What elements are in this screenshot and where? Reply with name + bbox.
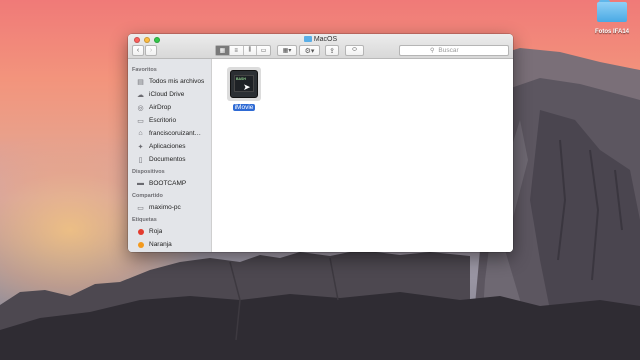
search-field[interactable]: ⚲ Buscar: [399, 45, 509, 56]
edit-tags-button[interactable]: ⬭: [345, 45, 364, 56]
sidebar-item-all-files[interactable]: ▤ Todos mis archivos: [128, 75, 211, 88]
all-files-icon: ▤: [137, 78, 144, 86]
title-bar: MacOS ‹ › ▦ ≡ ⫼ ▭ ▦▾ ⚙▾ ⇪ ⬭ ⚲ Buscar: [128, 34, 513, 59]
coverflow-view-button[interactable]: ▭: [257, 46, 270, 55]
sidebar-item-airdrop[interactable]: ◎ AirDrop: [128, 101, 211, 114]
file-label[interactable]: iMovie: [232, 104, 256, 111]
documents-icon: ▯: [138, 156, 143, 164]
folder-icon: [597, 0, 627, 22]
applications-icon: ✦: [137, 143, 144, 151]
sidebar-item-label: franciscoruizant…: [149, 130, 202, 137]
sidebar-item-label: AirDrop: [149, 104, 172, 111]
computer-icon: ▭: [137, 204, 144, 212]
sidebar-item-maximo-pc[interactable]: ▭ maximo-pc: [128, 201, 211, 214]
sidebar-item-tag-orange[interactable]: Naranja: [128, 238, 211, 251]
sidebar-item-desktop[interactable]: ▭ Escritorio: [128, 114, 211, 127]
sidebar-section-title: Favoritos: [132, 67, 157, 73]
window-title: MacOS: [128, 35, 513, 45]
file-item[interactable]: BASH ➤ iMovie: [226, 67, 262, 111]
toolbar: ‹ › ▦ ≡ ⫼ ▭ ▦▾ ⚙▾ ⇪ ⬭ ⚲ Buscar: [128, 45, 513, 57]
desktop-folder-label: Fotos IFA14: [594, 29, 629, 35]
finder-window: MacOS ‹ › ▦ ≡ ⫼ ▭ ▦▾ ⚙▾ ⇪ ⬭ ⚲ Buscar Fav…: [128, 34, 513, 252]
window-title-text: MacOS: [313, 36, 338, 43]
folder-icon: [303, 36, 312, 42]
app-icon-text: BASH: [236, 77, 246, 81]
action-button[interactable]: ⚙▾: [299, 45, 320, 56]
home-icon: ⌂: [138, 130, 143, 137]
tag-dot-icon: [136, 240, 145, 249]
sidebar-section-title: Compartido: [132, 193, 163, 199]
mouse-pointer-icon: ➤: [243, 82, 251, 92]
view-mode-group: ▦ ≡ ⫼ ▭: [215, 45, 271, 56]
sidebar-item-label: Todos mis archivos: [149, 78, 205, 85]
sidebar-section-title: Dispositivos: [132, 169, 165, 175]
tag-icon: ⬭: [351, 47, 358, 53]
back-button[interactable]: ‹: [132, 45, 144, 56]
sidebar-item-label: iCloud Drive: [149, 91, 185, 98]
cloud-icon: ☁: [137, 91, 144, 99]
sidebar-item-applications[interactable]: ✦ Aplicaciones: [128, 140, 211, 153]
search-icon: ⚲: [430, 48, 435, 54]
sidebar-item-label: maximo-pc: [149, 204, 181, 211]
sidebar: Favoritos ▤ Todos mis archivos ☁ iCloud …: [128, 59, 212, 252]
icon-view-button[interactable]: ▦: [216, 46, 230, 55]
search-placeholder: Buscar: [438, 47, 459, 54]
share-button[interactable]: ⇪: [325, 45, 339, 56]
sidebar-item-tag-red[interactable]: Roja: [128, 225, 211, 238]
terminal-app-icon: BASH ➤: [230, 70, 258, 98]
airdrop-icon: ◎: [137, 104, 144, 112]
list-view-button[interactable]: ≡: [230, 46, 244, 55]
sidebar-item-label: Escritorio: [149, 117, 177, 124]
sidebar-item-documents[interactable]: ▯ Documentos: [128, 153, 211, 166]
share-icon: ⇪: [329, 47, 335, 55]
drive-icon: ▬: [137, 180, 144, 187]
tag-dot-icon: [136, 227, 145, 236]
sidebar-item-label: Roja: [149, 228, 163, 235]
arrange-button[interactable]: ▦▾: [277, 45, 297, 56]
sidebar-item-home[interactable]: ⌂ franciscoruizant…: [128, 127, 211, 140]
grid-icon: ▦▾: [282, 48, 292, 54]
gear-icon: ⚙▾: [304, 47, 315, 55]
sidebar-item-bootcamp[interactable]: ▬ BOOTCAMP: [128, 177, 211, 190]
desktop-folder[interactable]: Fotos IFA14: [584, 0, 640, 35]
desktop-icon: ▭: [137, 117, 144, 125]
sidebar-item-label: Aplicaciones: [149, 143, 186, 150]
chevron-right-icon: ›: [149, 47, 153, 54]
file-area: BASH ➤ iMovie: [212, 59, 513, 252]
forward-button[interactable]: ›: [145, 45, 157, 56]
sidebar-item-label: Naranja: [149, 241, 172, 248]
column-view-button[interactable]: ⫼: [244, 46, 258, 55]
file-selection-highlight: BASH ➤: [227, 67, 261, 101]
chevron-left-icon: ‹: [136, 47, 140, 54]
sidebar-section-title: Etiquetas: [132, 217, 157, 223]
sidebar-item-icloud-drive[interactable]: ☁ iCloud Drive: [128, 88, 211, 101]
sidebar-item-label: BOOTCAMP: [149, 180, 187, 187]
sidebar-item-label: Documentos: [149, 156, 186, 163]
